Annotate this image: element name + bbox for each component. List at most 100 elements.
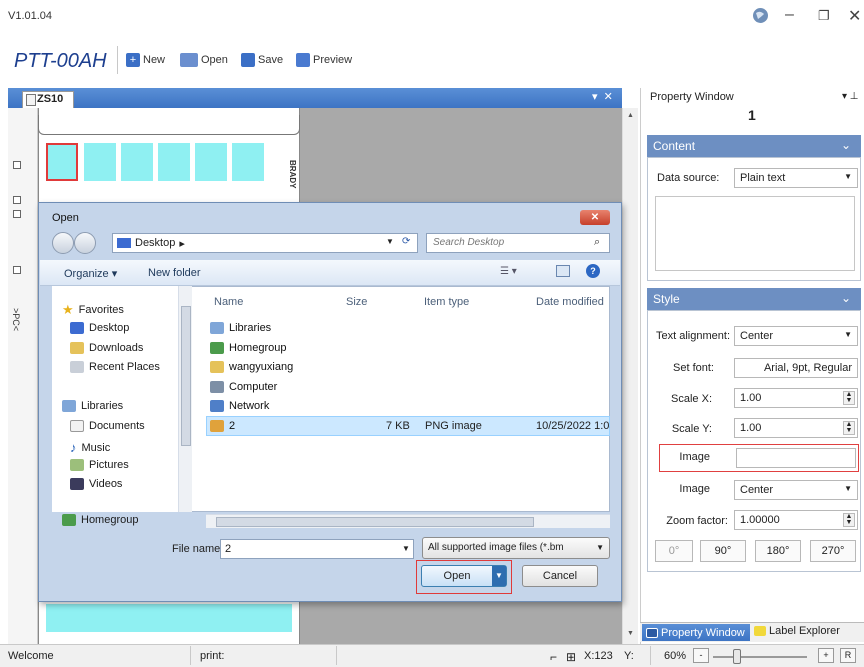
- app-title: PTT-00AH: [14, 50, 107, 72]
- nav-libraries[interactable]: Libraries: [62, 400, 123, 412]
- column-date-modified[interactable]: Date modified: [536, 296, 604, 308]
- content-group-header[interactable]: Content ⌄: [647, 135, 861, 157]
- file-row[interactable]: Network: [210, 400, 269, 412]
- search-input[interactable]: Search Desktop: [426, 233, 610, 253]
- nav-favorites[interactable]: ★ Favorites: [62, 302, 124, 318]
- tab-controls[interactable]: ▾ ✕: [592, 90, 613, 103]
- scale-y-spinner[interactable]: 1.00 ▲ ▼: [734, 418, 858, 438]
- status-divider: [650, 646, 651, 665]
- pin-icon[interactable]: ▾ ⊥: [842, 91, 859, 102]
- nav-pictures[interactable]: Pictures: [70, 459, 129, 471]
- new-folder-button[interactable]: New folder: [148, 267, 201, 279]
- label-explorer-icon: [754, 626, 766, 636]
- file-list-horizontal-scrollbar[interactable]: [206, 514, 610, 528]
- label-cell[interactable]: [84, 143, 116, 181]
- back-button[interactable]: [52, 232, 74, 254]
- nav-homegroup[interactable]: Homegroup: [62, 514, 138, 526]
- spinner-arrows-icon[interactable]: ▲ ▼: [843, 513, 855, 527]
- save-button[interactable]: Save: [241, 51, 283, 69]
- address-bar[interactable]: Desktop ▸: [112, 233, 418, 253]
- file-date: 10/25/2022 1:03: [536, 420, 610, 432]
- file-name-dropdown-icon[interactable]: ▼: [402, 544, 410, 553]
- column-size[interactable]: Size: [346, 296, 367, 308]
- open-split-arrow-icon[interactable]: ▼: [492, 566, 506, 586]
- file-row[interactable]: Libraries: [210, 322, 271, 334]
- preview-pane-icon[interactable]: [556, 265, 570, 277]
- open-button[interactable]: Open: [180, 51, 228, 69]
- navigation-scrollbar[interactable]: [178, 286, 192, 512]
- rotate-90-button[interactable]: 90°: [700, 540, 746, 562]
- dialog-close-button[interactable]: ✕: [580, 210, 610, 225]
- reset-zoom-button[interactable]: R: [840, 648, 856, 663]
- data-source-select[interactable]: Plain text ▼: [734, 168, 858, 188]
- rotate-180-button[interactable]: 180°: [755, 540, 801, 562]
- set-font-button[interactable]: Arial, 9pt, Regular: [734, 358, 858, 378]
- scale-x-spinner[interactable]: 1.00 ▲ ▼: [734, 388, 858, 408]
- scroll-down-icon[interactable]: ▼: [627, 630, 634, 637]
- rotate-0-button[interactable]: 0°: [655, 540, 693, 562]
- text-alignment-select[interactable]: Center ▼: [734, 326, 858, 346]
- homegroup-icon: [62, 514, 76, 526]
- nav-downloads[interactable]: Downloads: [70, 342, 143, 354]
- zoom-out-button[interactable]: -: [693, 648, 709, 663]
- globe-icon[interactable]: [752, 7, 769, 29]
- nav-videos[interactable]: Videos: [70, 478, 122, 490]
- rotate-270-button[interactable]: 270°: [810, 540, 856, 562]
- style-group-header[interactable]: Style ⌄: [647, 288, 861, 310]
- content-text-area[interactable]: [655, 196, 855, 271]
- dialog-cancel-button[interactable]: Cancel: [522, 565, 598, 587]
- file-row[interactable]: wangyuxiang: [210, 361, 293, 373]
- document-tab[interactable]: ZS10: [22, 91, 74, 108]
- search-icon[interactable]: ⌕: [594, 236, 600, 249]
- file-type-select[interactable]: All supported image files (*.bm ▼: [422, 537, 610, 559]
- label-cell[interactable]: [121, 143, 153, 181]
- spinner-arrows-icon[interactable]: ▲ ▼: [843, 421, 855, 435]
- restore-icon[interactable]: ❐: [818, 8, 830, 24]
- preview-button[interactable]: Preview: [296, 51, 352, 69]
- refresh-icon[interactable]: ⟳: [402, 236, 410, 247]
- scroll-up-icon[interactable]: ▲: [627, 112, 634, 119]
- view-options-icon[interactable]: ☰ ▾: [500, 266, 517, 277]
- status-divider: [190, 646, 191, 665]
- image-input[interactable]: [736, 448, 856, 468]
- nav-documents[interactable]: Documents: [70, 420, 145, 432]
- image-alignment-select[interactable]: Center ▼: [734, 480, 858, 500]
- zoom-slider-track[interactable]: [713, 656, 807, 658]
- property-window-icon: [646, 627, 658, 638]
- label-cell[interactable]: [232, 143, 264, 181]
- zoom-in-button[interactable]: +: [818, 648, 834, 663]
- column-name[interactable]: Name: [214, 296, 243, 308]
- zoom-factor-spinner[interactable]: 1.00000 ▲ ▼: [734, 510, 858, 530]
- chevron-down-icon: ⌄: [840, 138, 851, 152]
- nav-music[interactable]: ♪ Music: [70, 440, 110, 455]
- tab-property-window[interactable]: Property Window: [642, 624, 750, 641]
- address-dropdown-icon[interactable]: ▼: [386, 237, 394, 246]
- nav-desktop[interactable]: Desktop: [70, 322, 129, 334]
- dialog-command-bar: [40, 260, 620, 286]
- spinner-arrows-icon[interactable]: ▲ ▼: [843, 391, 855, 405]
- ruler-marker: [13, 196, 21, 204]
- file-row[interactable]: Homegroup: [210, 342, 286, 354]
- label-cell-selected[interactable]: [46, 143, 78, 181]
- label-cell[interactable]: [158, 143, 190, 181]
- close-icon[interactable]: ✕: [848, 6, 861, 26]
- label-cell-row[interactable]: [46, 604, 292, 632]
- forward-button[interactable]: [74, 232, 96, 254]
- help-icon[interactable]: ?: [586, 264, 600, 278]
- grid-icon[interactable]: ⊞: [566, 650, 576, 664]
- file-row[interactable]: Computer: [210, 381, 277, 393]
- chevron-down-icon: ▼: [844, 330, 852, 339]
- zoom-slider-handle[interactable]: [733, 649, 741, 664]
- canvas-vertical-scrollbar[interactable]: [622, 108, 638, 644]
- tab-label-explorer[interactable]: Label Explorer: [754, 624, 840, 637]
- organize-button[interactable]: Organize ▾: [64, 267, 117, 280]
- pictures-icon: [70, 459, 84, 471]
- dialog-open-button[interactable]: Open ▼: [421, 565, 507, 587]
- new-button[interactable]: + New: [126, 51, 165, 69]
- column-item-type[interactable]: Item type: [424, 296, 469, 308]
- file-row-selected[interactable]: 2: [210, 420, 235, 432]
- file-name-input[interactable]: 2: [220, 539, 414, 559]
- label-cell[interactable]: [195, 143, 227, 181]
- nav-recent-places[interactable]: Recent Places: [70, 361, 160, 373]
- minimize-icon[interactable]: –: [785, 6, 794, 24]
